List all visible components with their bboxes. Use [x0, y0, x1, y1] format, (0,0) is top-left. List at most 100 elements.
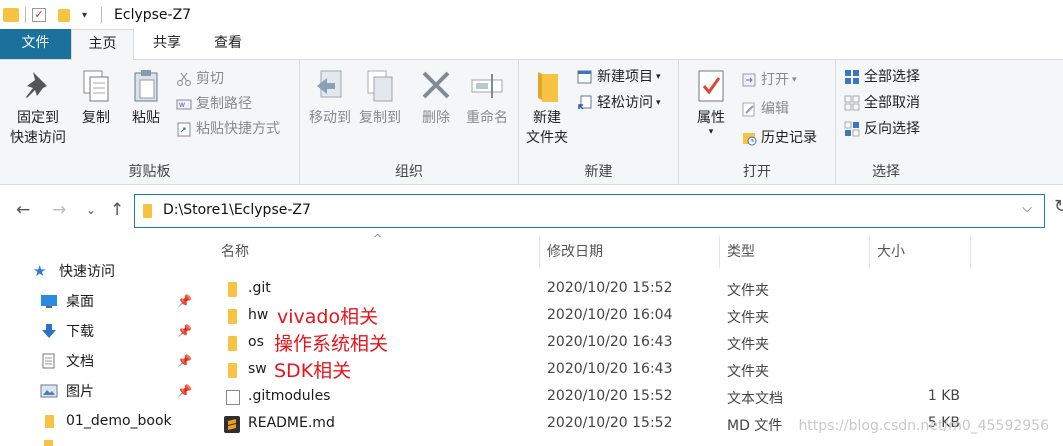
file-name[interactable]: .git: [248, 280, 271, 296]
address-bar[interactable]: D:\Store1\Eclypse-Z7 ⌵: [134, 194, 1045, 228]
sidebar-item-quick-access[interactable]: ★ 快速访问: [33, 258, 193, 284]
pin-icon[interactable]: 📌: [177, 354, 192, 368]
navigation-bar: ← → ⌄ ↑ D:\Store1\Eclypse-Z7 ⌵ ↻: [0, 186, 1063, 236]
file-date: 2020/10/20 16:43: [547, 334, 673, 350]
column-header-type[interactable]: 类型: [727, 236, 755, 268]
sidebar-item-downloads[interactable]: 下载 📌: [40, 318, 200, 344]
edit-button[interactable]: 编辑: [741, 98, 789, 120]
move-to-button[interactable]: 移动到: [305, 68, 355, 128]
copy-to-button[interactable]: 复制到: [355, 68, 405, 128]
pin-icon[interactable]: 📌: [177, 324, 192, 338]
recent-locations-chevron-icon[interactable]: ⌄: [86, 203, 96, 217]
organize-group: 移动到 复制到 删除 重命名 组织: [300, 60, 519, 185]
folder-icon: [228, 282, 237, 297]
folder-icon: [228, 363, 237, 378]
file-size: 1 KB: [927, 388, 960, 404]
sidebar-item-label: 图片: [66, 384, 94, 400]
cut-button[interactable]: 剪切: [176, 68, 224, 90]
file-row[interactable]: os 操作系统相关 2020/10/20 16:43 文件夹: [200, 331, 1063, 358]
tab-home[interactable]: 主页: [71, 29, 134, 60]
forward-arrow-icon[interactable]: →: [52, 200, 66, 220]
new-folder-label: 新建: [533, 110, 561, 126]
pin-to-quick-access-button[interactable]: 固定到 快速访问: [6, 68, 70, 148]
copy-path-button[interactable]: W 复制路径: [176, 93, 252, 115]
file-date: 2020/10/20 16:04: [547, 307, 673, 323]
paste-button[interactable]: 粘贴: [126, 68, 166, 128]
file-type: 文件夹: [727, 283, 769, 299]
delete-label: 删除: [422, 110, 450, 126]
sidebar-item-label: 文档: [66, 354, 94, 370]
sidebar-item-01-demo-book[interactable]: 01_demo_book: [40, 408, 200, 434]
rename-button[interactable]: 重命名: [462, 68, 512, 128]
title-bar: ✓ ▾ Eclypse-Z7: [0, 0, 1063, 30]
folder-icon: [3, 8, 19, 22]
customize-toolbar-dropdown-icon[interactable]: ▾: [82, 10, 87, 21]
new-item-label: 新建项目: [597, 69, 653, 85]
pin-icon[interactable]: 📌: [177, 294, 192, 308]
file-row[interactable]: .gitmodules 2020/10/20 15:52 文本文档 1 KB: [200, 385, 1063, 412]
open-group: 属性 ▾ 打开 ▾ 编辑 历史记录 打开: [679, 60, 836, 185]
file-type: 文本文档: [727, 391, 783, 407]
invert-selection-label: 反向选择: [864, 121, 920, 137]
easy-access-label: 轻松访问: [597, 95, 653, 111]
pin-icon: [21, 68, 55, 104]
window-title: Eclypse-Z7: [114, 7, 192, 23]
file-row[interactable]: .git 2020/10/20 15:52 文件夹: [200, 277, 1063, 304]
edit-label: 编辑: [761, 101, 789, 117]
navigation-pane: ★ 快速访问 桌面 📌 下载 📌 文档 📌 图片 📌 01_demo_book: [0, 236, 200, 446]
sidebar-item-label: 下载: [66, 324, 94, 340]
address-path[interactable]: D:\Store1\Eclypse-Z7: [163, 202, 311, 218]
select-none-button[interactable]: 全部取消: [844, 92, 920, 114]
open-group-label: 打开: [743, 164, 771, 180]
file-name[interactable]: os: [248, 334, 264, 350]
paste-label: 粘贴: [132, 110, 160, 126]
properties-button[interactable]: 属性 ▾: [689, 68, 733, 137]
sidebar-item-documents[interactable]: 文档 📌: [40, 348, 200, 374]
open-button[interactable]: 打开 ▾: [741, 69, 797, 91]
select-none-label: 全部取消: [864, 95, 920, 111]
new-folder-icon[interactable]: [58, 8, 70, 22]
organize-group-label: 组织: [395, 164, 423, 180]
file-name[interactable]: hw: [248, 307, 268, 323]
copy-button[interactable]: 复制: [76, 68, 116, 128]
pin-icon[interactable]: 📌: [177, 384, 192, 398]
column-header-date[interactable]: 修改日期: [547, 236, 603, 268]
select-group-label: 选择: [872, 164, 900, 180]
column-divider[interactable]: [539, 236, 540, 268]
file-name[interactable]: README.md: [248, 415, 335, 431]
address-dropdown-chevron-icon[interactable]: ⌵: [1022, 201, 1032, 216]
file-name[interactable]: sw: [248, 361, 267, 377]
new-item-button[interactable]: 新建项目 ▾: [577, 66, 661, 88]
column-header-name[interactable]: 名称: [221, 236, 249, 268]
file-date: 2020/10/20 15:52: [547, 280, 673, 296]
easy-access-button[interactable]: 轻松访问 ▾: [577, 92, 661, 114]
column-divider[interactable]: [869, 236, 870, 268]
column-header-size[interactable]: 大小: [877, 236, 905, 268]
column-divider[interactable]: [719, 236, 720, 268]
select-all-button[interactable]: 全部选择: [844, 66, 920, 88]
properties-label: 属性: [697, 110, 725, 126]
invert-selection-button[interactable]: 反向选择: [844, 118, 920, 140]
history-button[interactable]: 历史记录: [741, 127, 817, 149]
file-row[interactable]: hw vivado相关 2020/10/20 16:04 文件夹: [200, 304, 1063, 331]
sidebar-item-desktop[interactable]: 桌面 📌: [40, 288, 200, 314]
refresh-icon[interactable]: ↻: [1054, 196, 1063, 217]
pictures-icon: [40, 383, 58, 399]
back-arrow-icon[interactable]: ←: [16, 200, 30, 220]
new-folder-button[interactable]: 新建 文件夹: [525, 68, 569, 148]
text-file-icon: [226, 390, 240, 405]
column-divider[interactable]: [970, 236, 971, 268]
tab-file[interactable]: 文件: [0, 29, 71, 59]
tab-view[interactable]: 查看: [196, 29, 260, 59]
up-arrow-icon[interactable]: ↑: [110, 200, 124, 220]
tab-share[interactable]: 共享: [134, 29, 196, 59]
sidebar-item-pictures[interactable]: 图片 📌: [40, 378, 200, 404]
delete-button[interactable]: 删除: [416, 68, 456, 128]
new-folder-label-2: 文件夹: [526, 130, 568, 146]
paste-shortcut-button[interactable]: 粘贴快捷方式: [176, 118, 280, 140]
file-name[interactable]: .gitmodules: [248, 388, 330, 404]
properties-check-icon[interactable]: ✓: [32, 8, 46, 22]
history-icon: [741, 130, 757, 146]
new-group: 新建 文件夹 新建项目 ▾ 轻松访问 ▾ 新建: [519, 60, 679, 185]
file-row[interactable]: sw SDK相关 2020/10/20 16:43 文件夹: [200, 358, 1063, 385]
